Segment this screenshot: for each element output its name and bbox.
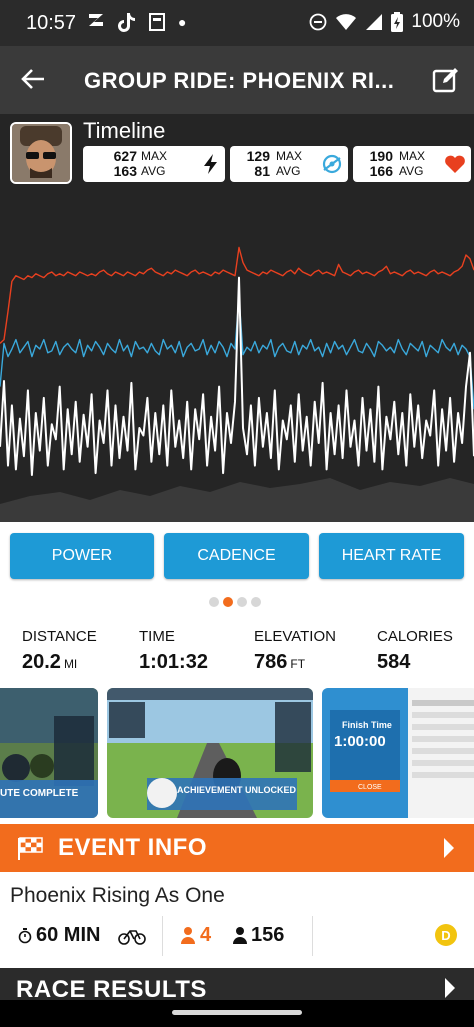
- power-max-label: MAX: [141, 149, 168, 163]
- power-avg-value: 163: [113, 163, 137, 179]
- event-info-title: EVENT INFO: [58, 834, 208, 861]
- cadence-button[interactable]: CADENCE: [164, 533, 309, 579]
- page-dot[interactable]: [209, 597, 219, 607]
- thumb-caption: UTE COMPLETE: [0, 788, 79, 799]
- category-badge: D: [435, 924, 457, 946]
- calories-value: 584: [377, 651, 411, 673]
- riders-count: 156: [251, 924, 285, 946]
- battery-level: 100%: [411, 11, 460, 32]
- power-line: [0, 276, 474, 476]
- app-bar: GROUP RIDE: PHOENIX RI...: [0, 46, 474, 114]
- heart-rate-stat-box: 190 166 MAX AVG: [353, 146, 471, 182]
- lightning-icon: [204, 154, 217, 174]
- bike-icon: [118, 930, 146, 945]
- more-notifications-dot: ●: [178, 14, 187, 30]
- hr-max-value: 190: [369, 148, 393, 164]
- elevation-stat: ELEVATION 786 FT: [254, 628, 336, 674]
- distance-label: DISTANCE: [22, 628, 97, 645]
- hr-max-label: MAX: [399, 149, 426, 163]
- wifi-icon: [336, 14, 357, 30]
- cadence-stat-box: 129 81 MAX AVG: [230, 146, 348, 182]
- thumb-finish-label: Finish Time: [342, 720, 392, 730]
- page-dot[interactable]: [237, 597, 247, 607]
- page-dot-active[interactable]: [223, 597, 233, 607]
- power-stat-box: 627 163 MAX AVG: [83, 146, 225, 182]
- ride-summary: DISTANCE 20.2 MI TIME 1:01:32 ELEVATION 7…: [0, 628, 474, 678]
- chevron-right-icon: [444, 838, 454, 858]
- event-info-header[interactable]: EVENT INFO: [0, 824, 474, 872]
- dnd-icon: [309, 13, 327, 31]
- following-icon: [181, 927, 195, 944]
- time-label: TIME: [139, 628, 175, 645]
- battery-icon: [391, 12, 404, 32]
- checkered-flag-icon: [18, 837, 43, 860]
- elevation-value: 786: [254, 651, 288, 673]
- thumb-caption: ACHIEVEMENT UNLOCKED: [177, 785, 297, 795]
- page-title: GROUP RIDE: PHOENIX RI...: [84, 68, 395, 93]
- event-details: 60 MIN 4 156 D: [0, 916, 474, 956]
- heart-icon: [445, 155, 465, 173]
- tiktok-icon: [118, 13, 135, 32]
- avatar[interactable]: [10, 122, 72, 184]
- distance-value: 20.2: [22, 651, 61, 673]
- page-dot[interactable]: [251, 597, 261, 607]
- timeline-chart: [0, 246, 474, 522]
- event-duration: 60 MIN: [36, 924, 101, 946]
- screenshot-carousel: UTE COMPLETE ACHIEVEMENT UNLOCKED Finish…: [0, 688, 474, 818]
- clock: 10:57: [26, 12, 77, 34]
- riders-icon: [233, 927, 247, 944]
- screenshot-thumbnail[interactable]: ACHIEVEMENT UNLOCKED: [107, 688, 313, 818]
- cadence-avg-value: 81: [254, 163, 270, 179]
- event-name: Phoenix Rising As One: [10, 884, 225, 907]
- system-icons: 100%: [309, 11, 460, 33]
- thumb-close-button: CLOSE: [358, 784, 382, 791]
- edit-icon[interactable]: [432, 66, 460, 94]
- timeline-panel: Timeline 627 163 MAX AVG 129 81 MAX AVG …: [0, 114, 474, 522]
- back-arrow-icon[interactable]: [20, 66, 46, 92]
- cadence-icon: [322, 154, 342, 174]
- power-avg-label: AVG: [141, 164, 166, 178]
- thumb-finish-time: 1:00:00: [334, 733, 386, 750]
- hr-avg-label: AVG: [399, 164, 424, 178]
- screenshot-thumbnail[interactable]: Finish Time 1:00:00 CLOSE: [322, 688, 474, 818]
- time-stat: TIME 1:01:32: [139, 628, 208, 674]
- distance-unit: MI: [63, 657, 78, 671]
- cadence-avg-label: AVG: [276, 164, 301, 178]
- distance-stat: DISTANCE 20.2 MI: [22, 628, 97, 674]
- calories-stat: CALORIES 584: [377, 628, 453, 674]
- following-count: 4: [200, 924, 212, 946]
- signal-icon: [366, 14, 383, 30]
- status-bar: 10:57 ● 100%: [0, 0, 474, 46]
- stopwatch-icon: [18, 928, 32, 944]
- chevron-right-icon: [445, 978, 455, 998]
- divider: [312, 916, 313, 956]
- power-button[interactable]: POWER: [10, 533, 154, 579]
- zwift-icon: [89, 14, 103, 26]
- power-max-value: 627: [113, 148, 137, 164]
- screenshot-thumbnail[interactable]: UTE COMPLETE: [0, 688, 98, 818]
- elevation-profile: [0, 478, 474, 522]
- system-nav-bar: [0, 1000, 474, 1027]
- time-value: 1:01:32: [139, 651, 208, 673]
- news-icon: [149, 13, 165, 31]
- page-indicator: [209, 597, 261, 607]
- category-letter: D: [441, 927, 451, 943]
- divider: [162, 916, 163, 956]
- cadence-max-label: MAX: [276, 149, 303, 163]
- calories-label: CALORIES: [377, 628, 453, 645]
- hr-avg-value: 166: [369, 163, 393, 179]
- heart-rate-button[interactable]: HEART RATE: [319, 533, 464, 579]
- timeline-title: Timeline: [83, 118, 166, 143]
- home-gesture-pill[interactable]: [172, 1010, 302, 1015]
- elevation-label: ELEVATION: [254, 628, 336, 645]
- elevation-unit: FT: [290, 657, 306, 671]
- cadence-max-value: 129: [246, 148, 270, 164]
- notification-icons: ●: [86, 11, 186, 33]
